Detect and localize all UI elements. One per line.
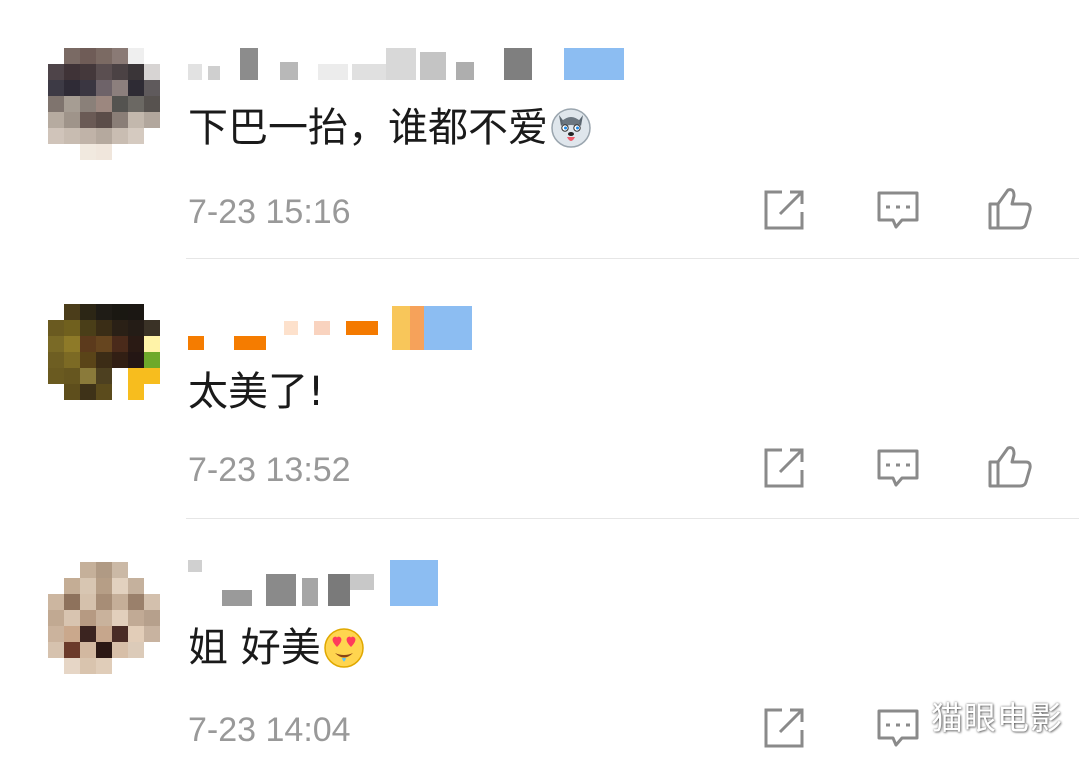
like-icon (988, 446, 1032, 488)
comment-item: 姐 好美 7-23 14:04 (0, 518, 1079, 776)
comment-content: 下巴一抬，谁都不爱 (188, 105, 548, 151)
comment-timestamp: 7-23 14:04 (188, 711, 351, 749)
avatar[interactable] (48, 304, 160, 416)
share-icon (764, 448, 804, 488)
reply-button[interactable] (874, 704, 922, 752)
comment-timestamp: 7-23 13:52 (188, 451, 351, 489)
reply-button[interactable] (874, 444, 922, 492)
reply-button[interactable] (874, 186, 922, 234)
comment-timestamp: 7-23 15:16 (188, 193, 351, 231)
like-icon (988, 188, 1032, 230)
comment-item: 太美了! 7-23 13:52 (0, 258, 1079, 516)
comment-text: 下巴一抬，谁都不爱 (188, 104, 592, 152)
share-icon (764, 708, 804, 748)
heart-eyes-emoji (323, 628, 364, 668)
username-blurred[interactable] (188, 306, 472, 350)
like-button[interactable] (986, 184, 1034, 232)
reply-icon (877, 191, 919, 229)
share-button[interactable] (760, 444, 808, 492)
like-button[interactable] (986, 442, 1034, 490)
comment-content: 姐 好美 (188, 625, 321, 671)
avatar[interactable] (48, 562, 160, 674)
username-blurred[interactable] (188, 560, 438, 606)
reply-icon (877, 449, 919, 487)
comment-text: 太美了! (188, 368, 324, 416)
husky-emoji (551, 108, 591, 148)
share-button[interactable] (760, 704, 808, 752)
reply-icon (877, 709, 919, 747)
comment-content: 太美了! (188, 369, 325, 415)
comment-item: 下巴一抬，谁都不爱 7-23 15:16 (0, 0, 1079, 258)
username-blurred[interactable] (188, 46, 624, 80)
share-icon (764, 190, 804, 230)
avatar[interactable] (48, 48, 160, 160)
watermark: 猫眼电影 (930, 699, 1063, 737)
share-button[interactable] (760, 186, 808, 234)
comment-text: 姐 好美 (188, 624, 365, 672)
